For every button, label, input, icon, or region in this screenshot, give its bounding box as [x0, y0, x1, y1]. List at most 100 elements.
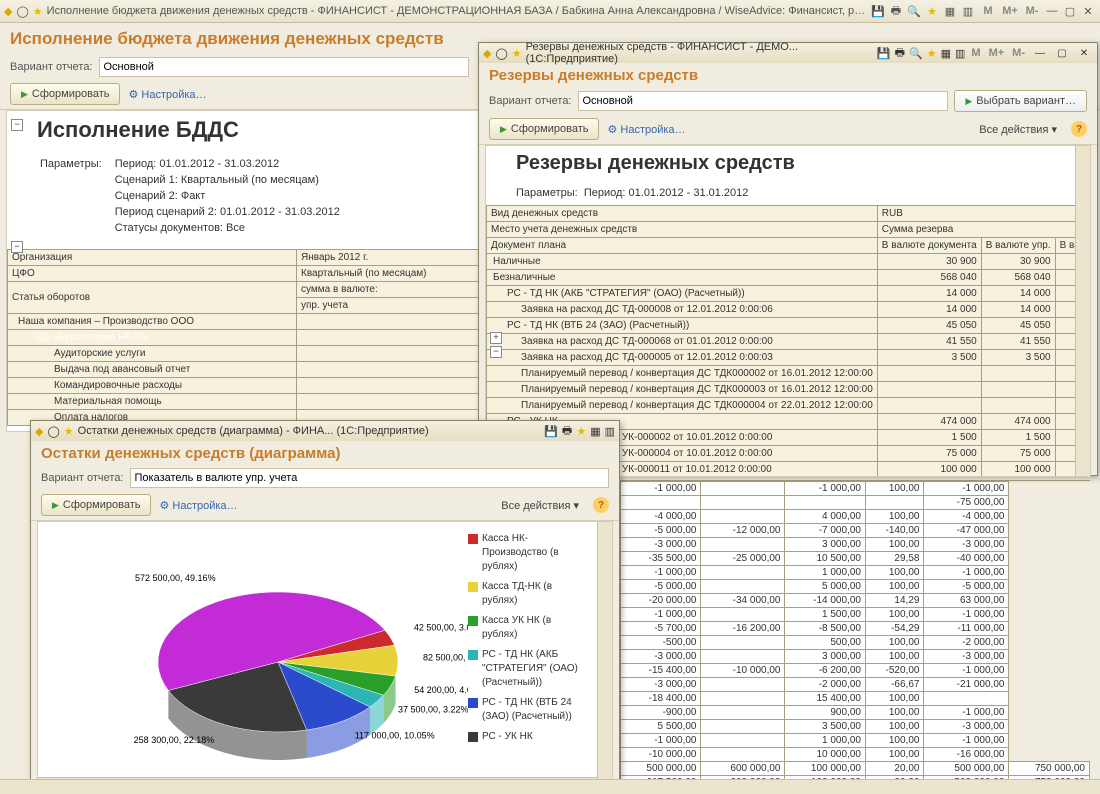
table-row[interactable]: Планируемый перевод / конвертация ДС ТДК… — [487, 382, 1092, 398]
table-row[interactable]: Заявка на расход ДС ТД-000068 от 01.01.2… — [487, 334, 1092, 350]
table-row[interactable]: 5 500,003 500,00100,00-3 000,00 — [621, 720, 1090, 734]
m-button[interactable]: M — [969, 47, 982, 59]
print-icon[interactable]: 🖶 — [888, 3, 904, 19]
minimize-button[interactable]: — — [1031, 45, 1049, 61]
maximize-button[interactable]: ▢ — [1062, 3, 1078, 19]
table-row[interactable]: Заявка на расход ДС ТД-000008 от 12.01.2… — [487, 302, 1092, 318]
star-icon[interactable]: ★ — [576, 425, 586, 438]
all-actions-menu[interactable]: Все действия ▾ — [979, 123, 1057, 136]
tree-collapse-icon[interactable]: − — [490, 346, 502, 358]
table-row[interactable]: Безналичные568 040568 04017 140,12 — [487, 270, 1092, 286]
table-row[interactable]: 500 000,00600 000,00100 000,0020,00500 0… — [621, 762, 1090, 776]
help-icon[interactable]: ? — [593, 497, 609, 513]
table-row[interactable]: -5 000,005 000,00100,00-5 000,00 — [621, 580, 1090, 594]
favorite-icon[interactable]: ★ — [512, 47, 522, 60]
table-row[interactable]: -5 700,00-16 200,00-8 500,00-54,29-11 00… — [621, 622, 1090, 636]
tree-expand-icon[interactable]: + — [490, 332, 502, 344]
pie-chart: 42 500,00, 3.65%82 500,00, 7.08%54 200,0… — [48, 532, 468, 782]
help-icon[interactable]: ? — [1071, 121, 1087, 137]
minimize-button[interactable]: — — [1044, 3, 1060, 19]
save-icon[interactable]: 💾 — [870, 3, 886, 19]
numeric-grid[interactable]: -1 000,00-1 000,00100,00-1 000,00-75 000… — [620, 480, 1090, 791]
table-row[interactable]: -1 000,001 500,00100,00-1 000,00 — [621, 608, 1090, 622]
close-button[interactable]: ✕ — [1075, 45, 1093, 61]
variant-input[interactable] — [99, 57, 469, 77]
table-row[interactable]: -3 000,003 000,00100,00-3 000,00 — [621, 650, 1090, 664]
all-actions-menu[interactable]: Все действия ▾ — [501, 499, 579, 512]
table-row[interactable]: -3 000,003 000,00100,00-3 000,00 — [621, 538, 1090, 552]
settings-link[interactable]: ⚙ Настройка… — [159, 499, 237, 512]
tool-icon[interactable]: ▦ — [941, 47, 951, 60]
table-row[interactable]: -5 000,00-12 000,00-7 000,00-140,00-47 0… — [621, 524, 1090, 538]
tool-icon[interactable]: ▥ — [605, 425, 615, 438]
table-row[interactable]: -900,00900,00100,00-1 000,00 — [621, 706, 1090, 720]
variant-label: Вариант отчета: — [41, 472, 124, 484]
m-plus-button[interactable]: M+ — [987, 47, 1007, 59]
print-icon[interactable]: 🖶 — [895, 44, 905, 63]
m-plus-button[interactable]: M+ — [1000, 3, 1020, 19]
calendar-icon[interactable]: ▥ — [960, 3, 976, 19]
tree-collapse-icon[interactable]: − — [11, 241, 23, 253]
variant-input[interactable] — [578, 91, 949, 111]
app-icon: ◆ — [35, 425, 43, 438]
scrollbar-vertical[interactable] — [597, 522, 612, 792]
settings-link[interactable]: ⚙ Настройка… — [128, 88, 206, 101]
tool-icon[interactable]: ▥ — [955, 47, 965, 60]
variant-label: Вариант отчета: — [10, 61, 93, 73]
table-row[interactable]: -18 400,0015 400,00100,00 — [621, 692, 1090, 706]
calc-icon[interactable]: ▦ — [942, 3, 958, 19]
table-row[interactable]: Заявка на расход ДС ТД-000005 от 12.01.2… — [487, 350, 1092, 366]
table-row[interactable]: -500,00500,00100,00-2 000,00 — [621, 636, 1090, 650]
table-row[interactable]: -15 400,00-10 000,00-6 200,00-520,00-1 0… — [621, 664, 1090, 678]
table-row[interactable]: Планируемый перевод / конвертация ДС ТДК… — [487, 366, 1092, 382]
table-row[interactable]: -10 000,0010 000,00100,00-16 000,00 — [621, 748, 1090, 762]
star-icon[interactable]: ★ — [924, 3, 940, 19]
print-icon[interactable]: 🖶 — [562, 422, 572, 441]
table-row[interactable]: -4 000,004 000,00100,00-4 000,00 — [621, 510, 1090, 524]
app-icon: ◆ — [4, 5, 12, 18]
table-row[interactable]: -20 000,00-34 000,00-14 000,0014,2963 00… — [621, 594, 1090, 608]
star-icon[interactable]: ★ — [927, 47, 937, 60]
save-icon[interactable]: 💾 — [877, 47, 891, 60]
maximize-button[interactable]: ▢ — [1053, 45, 1071, 61]
table-row[interactable]: -1 000,00-1 000,00100,00-1 000,00 — [621, 482, 1090, 496]
table-row[interactable]: -1 000,001 000,00100,00-1 000,00 — [621, 566, 1090, 580]
tool-icon[interactable]: ▦ — [590, 425, 600, 438]
reserves-page-title: Резервы денежных средств — [479, 63, 1097, 88]
legend-item: Касса УК НК (в рублях) — [468, 614, 588, 642]
table-row[interactable]: РС - ТД НК (АКБ "СТРАТЕГИЯ" (ОАО) (Расче… — [487, 286, 1092, 302]
settings-link[interactable]: ⚙ Настройка… — [607, 123, 685, 136]
balances-titlebar[interactable]: ◆ ◯ ★ Остатки денежных средств (диаграмм… — [31, 421, 619, 441]
close-button[interactable]: ✕ — [1080, 3, 1096, 19]
nav-back-icon[interactable]: ◯ — [16, 5, 28, 18]
favorite-icon[interactable]: ★ — [33, 5, 43, 18]
nav-back-icon[interactable]: ◯ — [495, 47, 507, 60]
legend-item: Касса ТД-НК (в рублях) — [468, 580, 588, 608]
nav-back-icon[interactable]: ◯ — [47, 425, 59, 438]
save-icon[interactable]: 💾 — [544, 425, 558, 438]
table-row[interactable]: -3 000,00-2 000,00-66,67-21 000,00 — [621, 678, 1090, 692]
m-button[interactable]: M — [978, 3, 998, 19]
table-row[interactable]: -35 500,00-25 000,0010 500,0029,58-40 00… — [621, 552, 1090, 566]
window-title: Остатки денежных средств (диаграмма) - Ф… — [78, 425, 541, 437]
find-icon[interactable]: 🔍 — [909, 47, 923, 60]
reserves-titlebar[interactable]: ◆ ◯ ★ Резервы денежных средств - ФИНАНСИ… — [479, 43, 1097, 63]
favorite-icon[interactable]: ★ — [64, 425, 74, 438]
find-icon[interactable]: 🔍 — [906, 3, 922, 19]
run-button[interactable]: Сформировать — [489, 118, 599, 140]
scrollbar-vertical[interactable] — [1075, 146, 1090, 476]
m-minus-button[interactable]: M- — [1022, 3, 1042, 19]
m-minus-button[interactable]: M- — [1010, 47, 1027, 59]
variant-input[interactable] — [130, 468, 610, 488]
table-row[interactable]: -1 000,001 000,00100,00-1 000,00 — [621, 734, 1090, 748]
table-row[interactable]: Наличные30 90030 900969,05 — [487, 254, 1092, 270]
run-button[interactable]: Сформировать — [41, 494, 151, 516]
table-row[interactable]: РС - ТД НК (ВТБ 24 (ЗАО) (Расчетный))45 … — [487, 318, 1092, 334]
app-icon: ◆ — [483, 47, 491, 60]
tree-collapse-icon[interactable]: − — [11, 119, 23, 131]
table-row[interactable]: -75 000,00 — [621, 496, 1090, 510]
run-button[interactable]: Сформировать — [10, 83, 120, 105]
select-variant-button[interactable]: Выбрать вариант… — [954, 90, 1087, 112]
main-scrollbar-h[interactable] — [0, 779, 1100, 794]
table-row[interactable]: Планируемый перевод / конвертация ДС ТДК… — [487, 398, 1092, 414]
